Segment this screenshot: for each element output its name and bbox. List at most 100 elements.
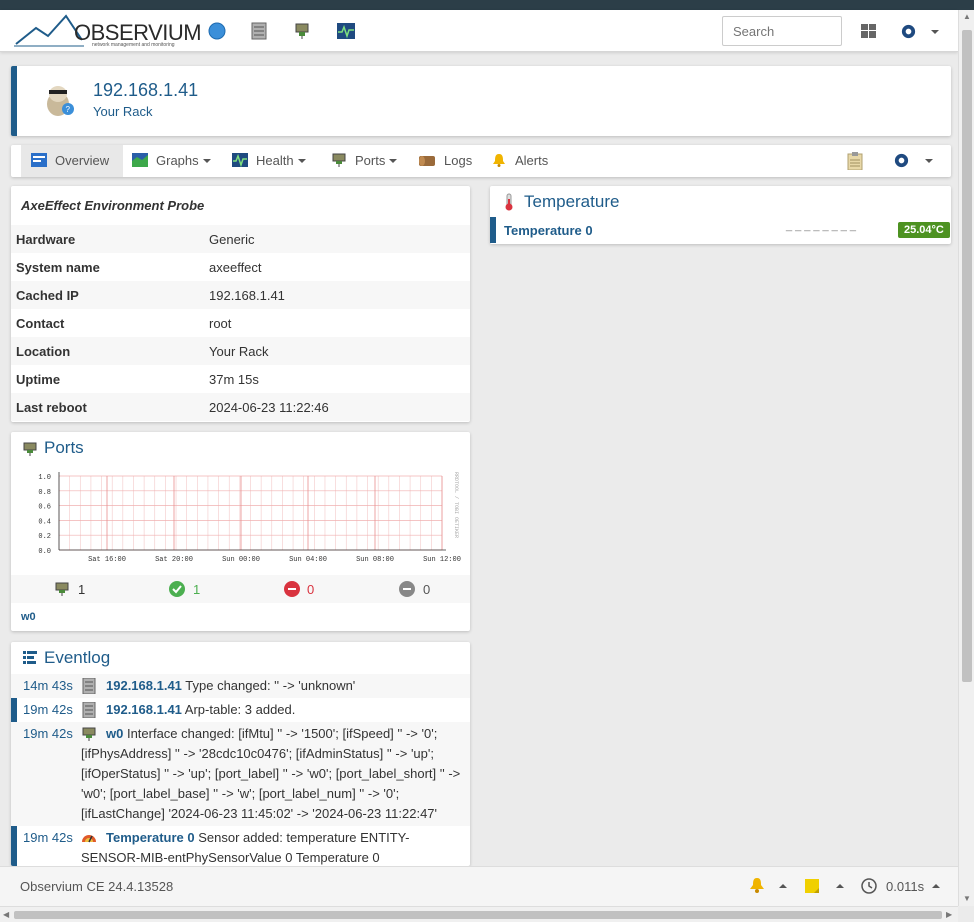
notes-clipboard-icon[interactable] bbox=[847, 152, 863, 170]
logs-icon bbox=[419, 156, 435, 166]
tab-label: Alerts bbox=[515, 153, 549, 168]
vertical-scroll-thumb[interactable] bbox=[962, 30, 972, 682]
ports-traffic-graph[interactable]: 0.0 0.2 0.4 0.6 0.8 1.0 Sat 16:00 Sat 20:00 Sun … bbox=[19, 468, 464, 568]
devices-icon[interactable] bbox=[250, 22, 268, 40]
event-message: Arp-table: 3 added. bbox=[181, 702, 296, 717]
health-icon[interactable] bbox=[337, 22, 355, 40]
vertical-scrollbar[interactable]: ▲ ▼ bbox=[958, 10, 974, 906]
scroll-right-arrow-icon[interactable]: ▶ bbox=[946, 910, 952, 919]
search-input[interactable] bbox=[722, 16, 842, 46]
port-link-w0[interactable]: w0 bbox=[21, 611, 36, 623]
info-key: Uptime bbox=[16, 371, 61, 387]
table-row: Location Your Rack bbox=[11, 337, 470, 365]
chevron-up-icon[interactable] bbox=[779, 884, 787, 888]
y-tick-label: 1.0 bbox=[38, 474, 51, 482]
eventlog-icon bbox=[23, 651, 37, 664]
chevron-down-icon bbox=[297, 159, 306, 163]
device-tabs: Overview Graphs Health Ports Logs Alerts bbox=[11, 145, 951, 177]
scroll-down-arrow-icon[interactable]: ▼ bbox=[963, 894, 971, 903]
device-header: ? 192.168.1.41 Your Rack bbox=[11, 66, 951, 136]
tab-health[interactable]: Health bbox=[232, 145, 306, 177]
y-tick-label: 0.2 bbox=[38, 533, 51, 541]
tab-label: Graphs bbox=[156, 153, 199, 168]
event-entity-link[interactable]: 192.168.1.41 bbox=[106, 702, 182, 717]
logo-tagline: network management and monitoring bbox=[92, 42, 175, 48]
tab-overview[interactable]: Overview bbox=[21, 145, 123, 177]
sensor-sparkline[interactable]: ________ bbox=[786, 220, 859, 232]
x-tick-label: Sun 04:00 bbox=[289, 556, 327, 564]
tab-label: Logs bbox=[444, 153, 473, 168]
thermometer-icon bbox=[505, 193, 513, 211]
scroll-left-arrow-icon[interactable]: ◀ bbox=[3, 910, 9, 919]
overview-panel: AxeEffect Environment Probe Hardware Gene… bbox=[11, 186, 470, 422]
tab-alerts[interactable]: Alerts bbox=[491, 145, 548, 177]
tab-label: Health bbox=[256, 153, 294, 168]
x-tick-label: Sun 08:00 bbox=[356, 556, 394, 564]
tab-logs[interactable]: Logs bbox=[418, 145, 472, 177]
info-value: 37m 15s bbox=[209, 371, 259, 387]
info-key: Contact bbox=[16, 315, 65, 331]
ports-disabled-count[interactable]: 0 bbox=[423, 582, 430, 597]
event-entity-link[interactable]: w0 bbox=[106, 726, 123, 741]
ports-panel: Ports 0.0 0.2 0.4 0.6 0.8 1.0 Sat 16:00 Sat 20:… bbox=[11, 432, 470, 631]
info-value: 2024-06-23 11:22:46 bbox=[204, 393, 470, 421]
chevron-up-icon[interactable] bbox=[836, 884, 844, 888]
device-settings-gear-icon[interactable] bbox=[893, 152, 910, 169]
ports-total-count[interactable]: 1 bbox=[78, 582, 85, 597]
tab-ports[interactable]: Ports bbox=[331, 145, 398, 177]
horizontal-scrollbar[interactable]: ◀ ▶ bbox=[0, 906, 958, 922]
device-settings-caret-icon[interactable] bbox=[925, 159, 933, 163]
observium-logo[interactable]: OBSERVIUM network management and monitor… bbox=[14, 14, 202, 50]
window-top-strip bbox=[0, 0, 974, 10]
scroll-up-arrow-icon[interactable]: ▲ bbox=[963, 12, 971, 21]
device-info-table: Hardware Generic System name axeeffect Cac… bbox=[11, 225, 470, 421]
alerts-bell-icon[interactable] bbox=[748, 877, 766, 894]
settings-caret-icon[interactable] bbox=[931, 30, 939, 34]
tab-label: Overview bbox=[55, 153, 110, 168]
event-entity-link[interactable]: Temperature 0 bbox=[106, 830, 195, 845]
chevron-up-icon[interactable] bbox=[932, 884, 940, 888]
tab-graphs[interactable]: Graphs bbox=[132, 145, 211, 177]
eventlog-panel: Eventlog 14m 43s 192.168.1.41 Type chang… bbox=[11, 642, 470, 866]
ports-title: Ports bbox=[44, 438, 84, 457]
event-entity-link[interactable]: 192.168.1.41 bbox=[106, 678, 182, 693]
table-row: Cached IP 192.168.1.41 bbox=[11, 281, 470, 309]
top-navbar: OBSERVIUM network management and monitor… bbox=[0, 10, 958, 52]
settings-gear-icon[interactable] bbox=[900, 23, 917, 40]
info-key: Cached IP bbox=[11, 281, 204, 309]
windows-icon[interactable] bbox=[861, 24, 876, 38]
event-time: 19m 42s bbox=[23, 726, 73, 741]
temperature-title: Temperature bbox=[524, 192, 620, 211]
ports-down-count[interactable]: 0 bbox=[307, 582, 314, 597]
page-load-timer[interactable]: 0.011s bbox=[886, 879, 924, 894]
info-key: Last reboot bbox=[11, 393, 204, 421]
ports-title-icon bbox=[23, 442, 37, 456]
info-key: System name bbox=[16, 259, 100, 275]
sensor-name-link[interactable]: Temperature 0 bbox=[504, 223, 593, 238]
ports-up-count[interactable]: 1 bbox=[193, 582, 200, 597]
device-location[interactable]: Your Rack bbox=[93, 104, 153, 119]
sensor-value-badge[interactable]: 25.04°C bbox=[898, 222, 950, 238]
eventlog-title: Eventlog bbox=[44, 648, 111, 667]
table-row: Last reboot 2024-06-23 11:22:46 bbox=[11, 393, 470, 421]
horizontal-scroll-thumb[interactable] bbox=[14, 911, 942, 919]
device-icon bbox=[82, 678, 96, 694]
event-time: 19m 42s bbox=[23, 830, 73, 845]
clock-icon bbox=[861, 878, 877, 894]
event-time: 14m 43s bbox=[23, 678, 73, 693]
chevron-down-icon bbox=[202, 159, 211, 163]
table-row: Hardware Generic bbox=[11, 225, 470, 253]
globe-icon[interactable] bbox=[208, 22, 226, 40]
device-avatar-icon: ? bbox=[47, 86, 74, 116]
device-hostname[interactable]: 192.168.1.41 bbox=[93, 80, 198, 101]
ports-icon[interactable] bbox=[293, 22, 311, 40]
minus-circle-grey-icon bbox=[399, 581, 415, 597]
health-icon bbox=[232, 153, 248, 167]
x-tick-label: Sat 16:00 bbox=[88, 556, 126, 564]
info-value: Generic bbox=[204, 225, 470, 253]
notes-icon[interactable] bbox=[804, 878, 820, 894]
x-tick-label: Sun 12:00 bbox=[423, 556, 461, 564]
info-key: Location bbox=[11, 337, 204, 365]
y-tick-label: 0.8 bbox=[38, 489, 51, 497]
event-row: 19m 42s Temperature 0 Sensor added: temp… bbox=[11, 826, 470, 866]
